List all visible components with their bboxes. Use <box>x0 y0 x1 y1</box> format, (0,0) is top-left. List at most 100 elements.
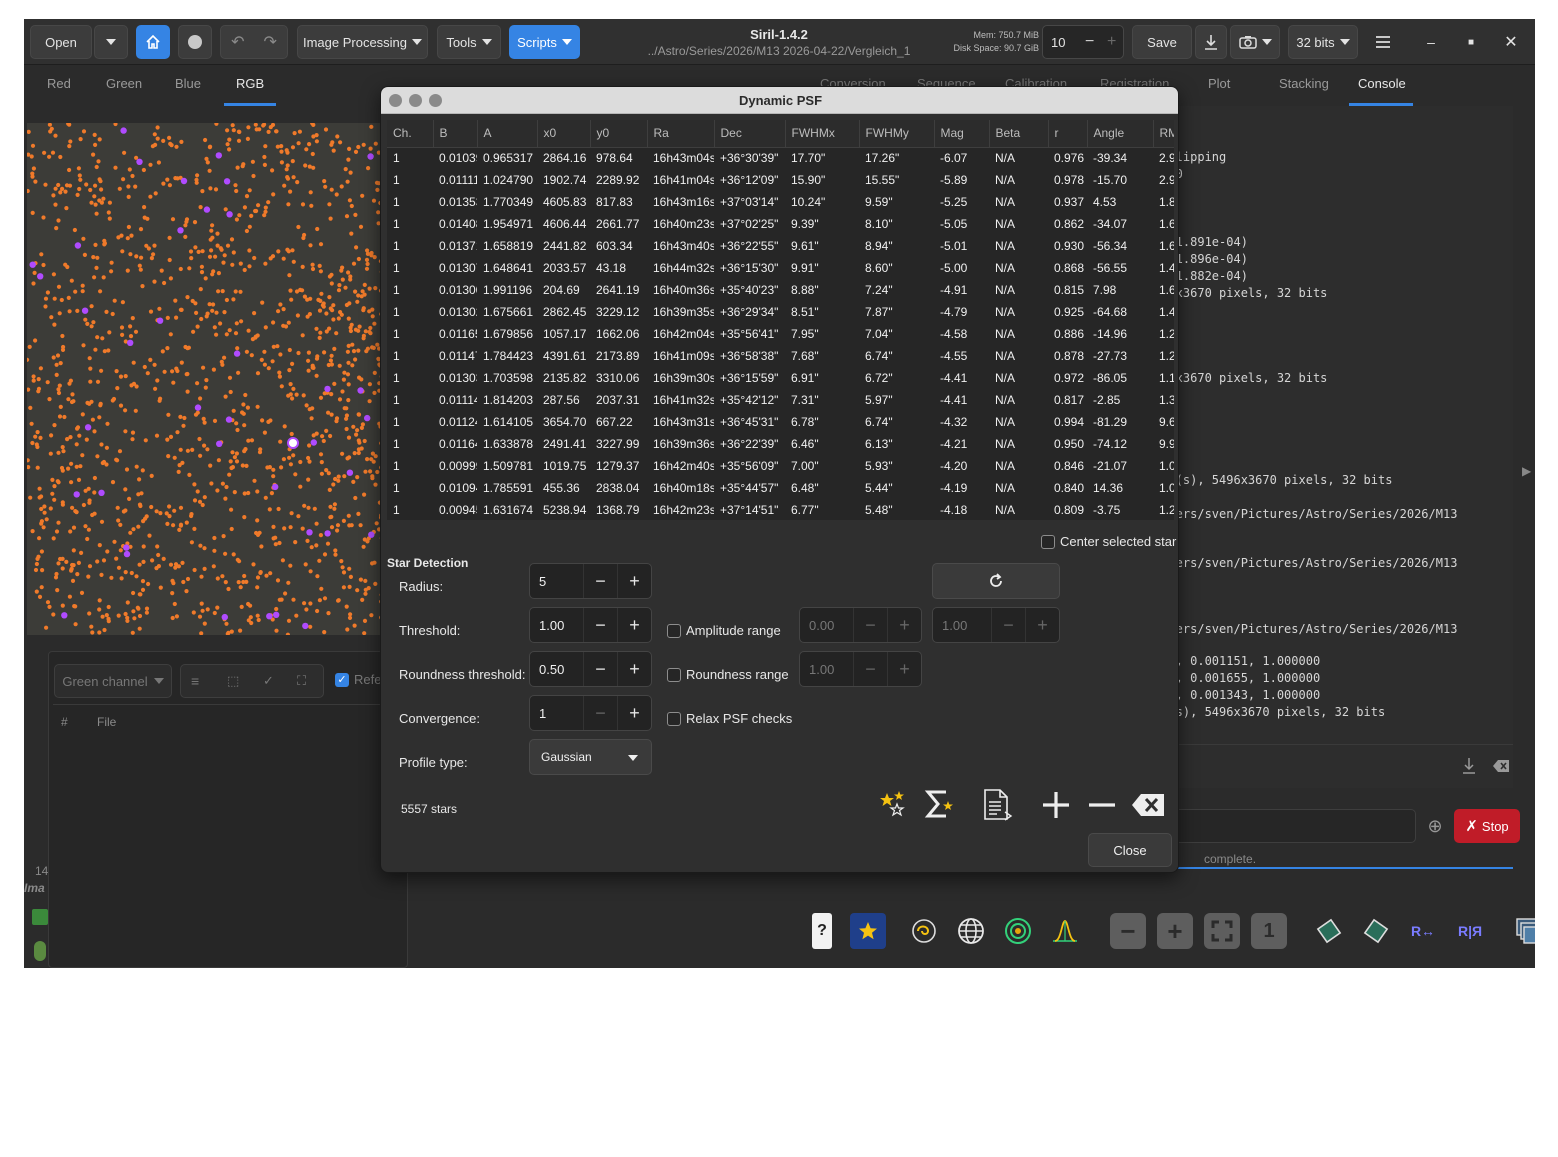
minus-icon[interactable]: − <box>853 608 887 642</box>
minus-icon[interactable]: − <box>583 564 617 598</box>
save-as-button[interactable] <box>1195 25 1227 59</box>
remove-star-button[interactable] <box>1084 787 1120 823</box>
stop-button[interactable]: ✗ Stop <box>1454 809 1520 843</box>
tab-console[interactable]: Console <box>1358 76 1406 91</box>
plus-icon[interactable]: + <box>1025 608 1059 642</box>
main-menu-button[interactable] <box>1366 25 1400 59</box>
open-button[interactable]: Open <box>30 25 92 59</box>
redo-icon[interactable]: ↷ <box>264 32 277 52</box>
column-header[interactable]: FWHMy <box>859 120 935 148</box>
column-header[interactable]: Ch. <box>387 120 434 148</box>
fullscreen-icon[interactable]: ⛶ <box>297 673 306 689</box>
maximize-button[interactable]: ■ <box>1456 25 1486 59</box>
table-row[interactable]: 10.0114701.7844234391.612173.8916h41m09s… <box>387 345 1174 367</box>
livestack-button[interactable] <box>178 25 212 59</box>
rotate-left-button[interactable] <box>1311 913 1347 949</box>
average-psf-button[interactable] <box>921 787 957 821</box>
table-row[interactable]: 10.0109461.785591455.362838.0416h40m18s+… <box>387 477 1174 499</box>
home-button[interactable] <box>136 25 170 59</box>
scripts-menu[interactable]: Scripts <box>509 25 580 59</box>
column-header[interactable]: Beta <box>989 120 1049 148</box>
add-star-button[interactable] <box>1038 787 1074 823</box>
mirror-x-button[interactable]: R↔ <box>1405 913 1441 949</box>
column-header[interactable]: FWHMx <box>785 120 860 148</box>
column-header[interactable]: B <box>433 120 478 148</box>
galaxy-button[interactable] <box>906 913 942 949</box>
open-recent-dropdown-button[interactable] <box>94 25 128 59</box>
bit-depth-menu[interactable]: 32 bits <box>1288 25 1358 59</box>
minus-icon[interactable]: − <box>853 652 887 686</box>
expand-panel-icon[interactable]: ▶ <box>1522 464 1531 478</box>
column-header[interactable]: x0 <box>537 120 591 148</box>
threads-spinner[interactable]: 10 − + <box>1042 25 1124 59</box>
tab-red[interactable]: Red <box>47 76 71 91</box>
plus-icon[interactable]: + <box>617 608 651 642</box>
table-row[interactable]: 10.0130081.991196204.692641.1916h40m36s+… <box>387 279 1174 301</box>
rotate-right-button[interactable] <box>1358 913 1394 949</box>
table-row[interactable]: 10.0116431.6338782491.413227.9916h39m36s… <box>387 433 1174 455</box>
column-header[interactable]: Dec <box>714 120 786 148</box>
tab-stacking[interactable]: Stacking <box>1279 76 1329 91</box>
undo-icon[interactable]: ↶ <box>231 32 244 52</box>
plus-icon[interactable]: + <box>887 652 921 686</box>
table-row[interactable]: 10.0130391.7035982135.823310.0616h39m30s… <box>387 367 1174 389</box>
layers-button[interactable] <box>1512 913 1535 949</box>
threshold-spinner[interactable]: 1.00 − + <box>529 607 652 643</box>
select-icon[interactable]: ⬚ <box>227 673 239 689</box>
snapshot-button[interactable] <box>1230 25 1280 59</box>
amplitude-range-checkbox[interactable] <box>667 624 681 638</box>
leaf-icon[interactable] <box>34 941 46 961</box>
column-header[interactable]: y0 <box>590 120 648 148</box>
minus-icon[interactable]: − <box>583 608 617 642</box>
column-header[interactable]: r <box>1048 120 1088 148</box>
column-header[interactable]: Angle <box>1087 120 1154 148</box>
column-header[interactable]: RMSE <box>1153 120 1174 148</box>
tab-green[interactable]: Green <box>106 76 142 91</box>
globe-button[interactable] <box>953 913 989 949</box>
minus-icon[interactable]: − <box>1085 33 1094 51</box>
partial-tool-icon[interactable]: ? <box>812 913 832 949</box>
relax-psf-checkbox[interactable] <box>667 712 681 726</box>
zoom-in-button[interactable]: + <box>1157 913 1193 949</box>
save-list-button[interactable] <box>979 787 1015 823</box>
column-header[interactable]: A <box>477 120 538 148</box>
column-header[interactable]: Ra <box>647 120 715 148</box>
roundness-range-spinner[interactable]: 1.00 − + <box>799 651 922 687</box>
clear-stars-button[interactable] <box>1129 787 1167 823</box>
help-icon[interactable]: ⊕ <box>1420 809 1450 843</box>
tab-blue[interactable]: Blue <box>175 76 201 91</box>
convergence-spinner[interactable]: 1 − + <box>529 695 652 731</box>
channel-select[interactable]: Green channel <box>54 664 172 698</box>
table-row[interactable]: 10.0112401.6141053654.70667.2216h43m31s+… <box>387 411 1174 433</box>
table-row[interactable]: 10.0130241.6756612862.453229.1216h39m35s… <box>387 301 1174 323</box>
mirror-y-button[interactable]: R|Я <box>1452 913 1488 949</box>
center-selected-checkbox[interactable] <box>1041 535 1055 549</box>
table-row[interactable]: 10.0140881.9549714606.442661.7716h40m23s… <box>387 213 1174 235</box>
check-icon[interactable]: ✓ <box>263 673 274 689</box>
close-button[interactable]: Close <box>1088 833 1172 867</box>
plus-icon[interactable]: + <box>617 564 651 598</box>
close-window-button[interactable]: ✕ <box>1496 25 1526 59</box>
table-row[interactable]: 10.0116521.6798561057.171662.0616h42m04s… <box>387 323 1174 345</box>
plus-icon[interactable]: + <box>1107 33 1116 51</box>
amplitude-min-spinner[interactable]: 0.00 − + <box>799 607 922 643</box>
radius-spinner[interactable]: 5 − + <box>529 563 652 599</box>
target-button[interactable] <box>1000 913 1036 949</box>
table-row[interactable]: 10.0135391.7703494605.83817.8316h43m16s+… <box>387 191 1174 213</box>
column-header[interactable]: Mag <box>934 120 990 148</box>
table-row[interactable]: 10.0094591.6316745238.941368.7916h42m23s… <box>387 499 1174 520</box>
list-icon[interactable]: ≡ <box>191 673 199 689</box>
plus-icon[interactable]: + <box>887 608 921 642</box>
star-catalog-button[interactable] <box>850 913 886 949</box>
plus-icon[interactable]: + <box>617 696 651 730</box>
minus-icon[interactable]: − <box>583 696 617 730</box>
refresh-button[interactable] <box>932 563 1060 599</box>
plus-icon[interactable]: + <box>617 652 651 686</box>
profile-type-select[interactable]: Gaussian <box>529 739 652 775</box>
minimize-button[interactable]: – <box>1416 25 1446 59</box>
roundness-range-checkbox[interactable] <box>667 668 681 682</box>
minus-icon[interactable]: − <box>991 608 1025 642</box>
table-row[interactable]: 10.0111451.814203287.562037.3116h41m32s+… <box>387 389 1174 411</box>
find-stars-button[interactable] <box>876 787 910 821</box>
clear-icon[interactable] <box>1492 759 1510 773</box>
